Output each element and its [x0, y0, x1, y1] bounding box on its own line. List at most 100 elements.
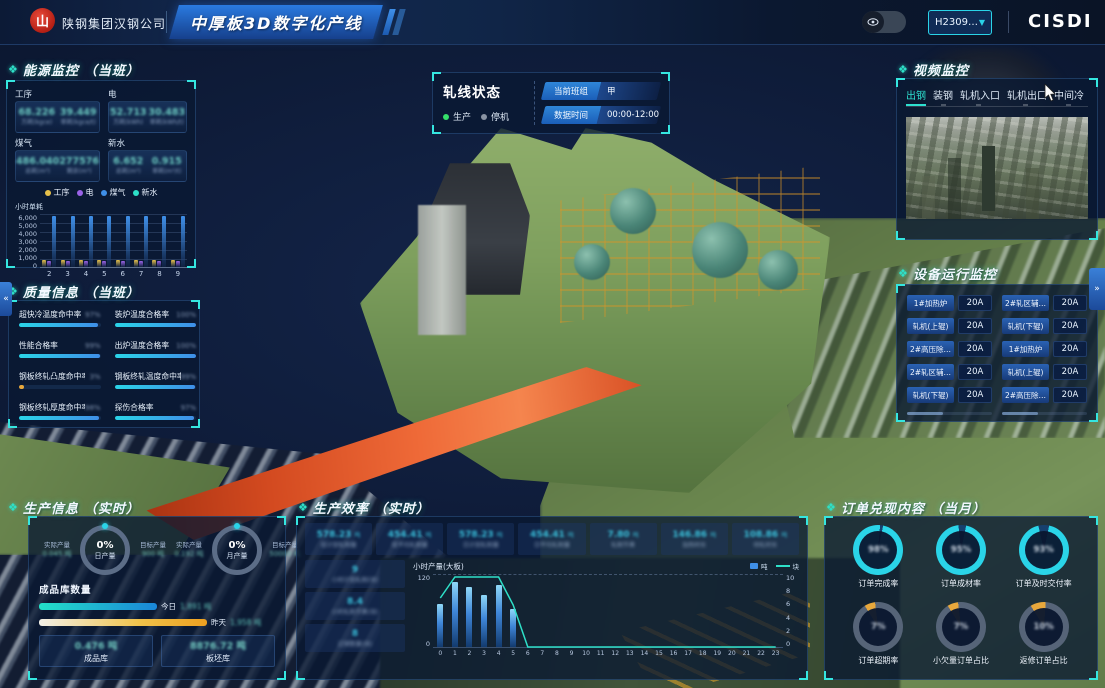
- actual-output-label: 实际产量: [39, 541, 75, 550]
- corner-bracket: [1089, 78, 1098, 87]
- collapse-panel-handle-right[interactable]: »: [1089, 268, 1105, 310]
- corner-bracket: [296, 671, 305, 680]
- energy-value-label: 总耗(m³): [113, 168, 143, 176]
- efficiency-stat: 454.41 吨日平均轧制量: [518, 523, 585, 555]
- energy-chart-y-axis: 6,0005,0004,0003,0002,0001,0000: [15, 214, 40, 268]
- today-label: 今日: [161, 601, 176, 612]
- data-time-row: 数据时间 00:00-12:00: [541, 106, 662, 124]
- corner-bracket: [896, 231, 905, 240]
- energy-bar-group: [42, 216, 56, 267]
- energy-section-process: 工序 68.226万耗(kgce) 39.449单耗(kgce/t): [15, 87, 100, 133]
- quality-label: 性能合格率: [19, 340, 58, 351]
- chip-label: 当前班组: [554, 85, 588, 97]
- donut-percent: 7%: [954, 622, 968, 632]
- equipment-item: 轧机(下辊)20A: [907, 387, 992, 403]
- quality-label: 出炉温度合格率: [115, 340, 170, 351]
- visibility-toggle[interactable]: [862, 11, 906, 33]
- equipment-label: 2#高压除…: [907, 341, 954, 357]
- target-output-label: 目标产量: [135, 541, 171, 550]
- scrollbar-thumb[interactable]: [1002, 412, 1038, 415]
- scrollbar[interactable]: [1002, 412, 1087, 415]
- quality-progress-bar: [19, 416, 99, 420]
- energy-bar-group: [61, 216, 75, 267]
- line-selector-dropdown[interactable]: H2309… ▼: [928, 10, 992, 35]
- energy-value: 52.713: [110, 107, 147, 119]
- camera-video-feed[interactable]: [906, 117, 1088, 219]
- legend-dot: [101, 190, 107, 196]
- donut-label: 返修订单占比: [1020, 655, 1068, 666]
- gauge-percent: 0%: [229, 540, 246, 551]
- stat-label: 轧制节奏: [611, 540, 635, 549]
- quality-value: 99%: [85, 342, 101, 350]
- quality-label: 钢板终轧凸度命中率: [19, 371, 85, 382]
- donut-percent: 95%: [951, 545, 971, 555]
- order-donut: 93% 订单及时交付率: [1002, 525, 1085, 595]
- corner-bracket: [28, 671, 37, 680]
- quality-progress-bar: [115, 385, 196, 389]
- donut-ring: 7%: [936, 602, 986, 652]
- energy-bar-group: [171, 216, 185, 267]
- equipment-label: 轧机(上辊): [907, 318, 954, 334]
- hourly-output-chart: 小时产量(大板) 吨 块 120 0 1086420 0123456789101…: [413, 560, 799, 657]
- legend-bar-swatch: [750, 563, 758, 569]
- quality-progress-bar: [19, 323, 98, 327]
- energy-value-label: 总耗(m³): [16, 168, 59, 176]
- tab-steel-out[interactable]: 出钢: [906, 87, 926, 106]
- equipment-label: 1#加热炉: [907, 295, 954, 311]
- order-donut: 7% 订单超期率: [837, 602, 920, 672]
- camera-tabs: 出钢 装钢 轧机入口 轧机出口 中间冷 电动辊…: [906, 85, 1088, 107]
- equipment-label: 轧机(下辊): [1002, 318, 1049, 334]
- tab-intermediate-cooling[interactable]: 中间冷: [1054, 87, 1084, 106]
- line-status-panel: 轧线状态 生产 停机 当前班组 甲 数据时间 00:00-12:00: [432, 72, 670, 134]
- energy-chart-plot: [40, 214, 187, 268]
- equipment-label: 2#高压除…: [1002, 387, 1049, 403]
- chart-legend: 吨 块: [750, 561, 799, 571]
- scrollbar[interactable]: [907, 412, 992, 415]
- chart-line: [433, 574, 783, 648]
- corner-bracket: [191, 300, 200, 309]
- equipment-value: 20A: [958, 295, 992, 311]
- efficiency-panel-title: 生产效率: [313, 498, 369, 517]
- corner-bracket: [799, 671, 808, 680]
- legend-label: 电: [86, 187, 94, 198]
- energy-bar-group: [116, 216, 130, 267]
- inventory-bar-yesterday: 昨天 1,958 吨: [39, 617, 275, 628]
- collapse-panel-handle-left[interactable]: «: [0, 282, 12, 316]
- legend-label: 块: [793, 561, 800, 571]
- energy-value-label: 单耗(kWh/t): [148, 119, 185, 127]
- quality-value: 3%: [89, 373, 100, 381]
- orders-panel-scope: （当月）: [930, 498, 986, 517]
- status-dot-stopped: [481, 114, 487, 120]
- corner-bracket: [1089, 231, 1098, 240]
- store-label: 成品库: [84, 653, 108, 664]
- energy-hourly-chart: 6,0005,0004,0003,0002,0001,0000: [15, 214, 187, 268]
- corner-bracket: [6, 259, 15, 268]
- order-donut: 98% 订单完成率: [837, 525, 920, 595]
- orders-panel-title: 订单兑现内容: [841, 498, 925, 517]
- corner-bracket: [432, 125, 441, 134]
- donut-ring: 95%: [936, 525, 986, 575]
- corner-bracket: [661, 125, 670, 134]
- page-title: 中厚板3D数字化产线: [190, 10, 362, 34]
- efficiency-stat: 146.86 吨加热时长: [661, 523, 728, 555]
- energy-value: 30.483: [148, 107, 185, 119]
- tab-mill-exit[interactable]: 轧机出口: [1007, 87, 1047, 106]
- stat-label: 加热时长: [682, 540, 706, 549]
- donut-ring: 7%: [853, 602, 903, 652]
- yesterday-label: 昨天: [211, 617, 226, 628]
- corner-bracket: [187, 259, 196, 268]
- chip-value: 00:00-12:00: [607, 110, 659, 120]
- chart-title: 小时产量(大板): [413, 561, 464, 572]
- tab-mill-entry[interactable]: 轧机入口: [960, 87, 1000, 106]
- equipment-value: 20A: [958, 341, 992, 357]
- stat-label: 日计划轧制量: [463, 540, 499, 549]
- order-donut: 7% 小欠量订单占比: [920, 602, 1003, 672]
- quality-value: 98%: [85, 404, 101, 412]
- scrollbar-thumb[interactable]: [907, 412, 943, 415]
- quality-label: 钢板终轧厚度命中率: [19, 402, 85, 413]
- equipment-value: 20A: [958, 364, 992, 380]
- line-status-title: 轧线状态: [443, 81, 526, 101]
- equipment-value: 20A: [958, 387, 992, 403]
- quality-progress-bar: [115, 416, 194, 420]
- tab-steel-charge[interactable]: 装钢: [933, 87, 953, 106]
